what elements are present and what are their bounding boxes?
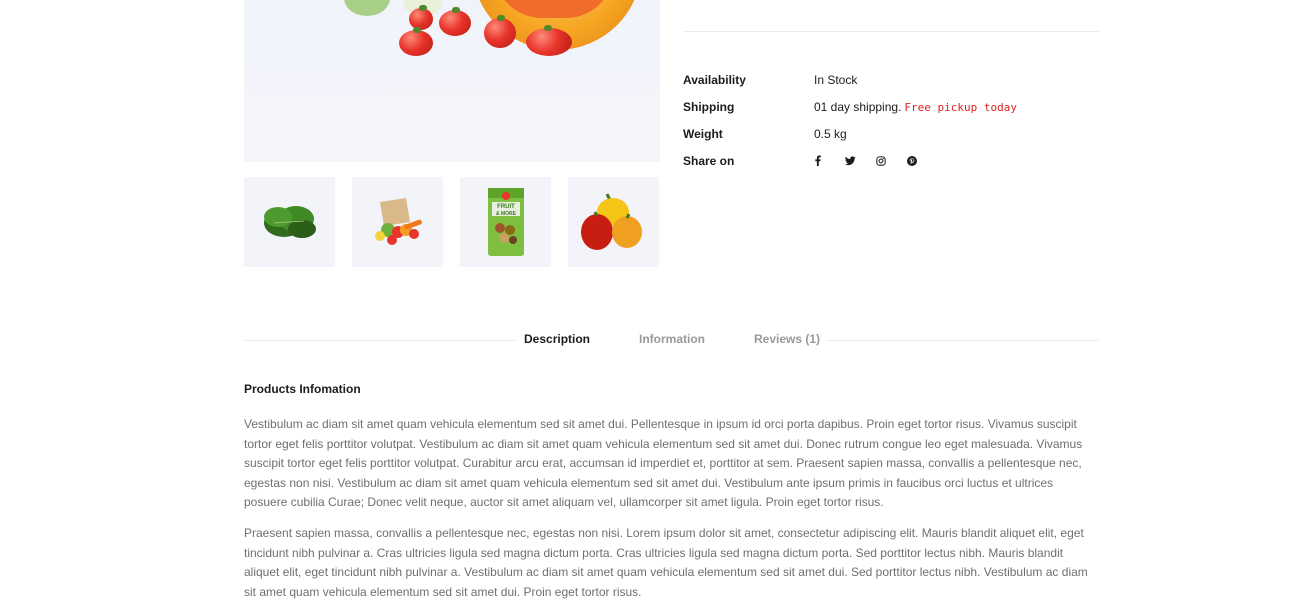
description-title: Products Infomation [244,382,361,396]
thumbnail-gallery: FRUIT & MORE [244,177,660,267]
description-paragraph-1: Vestibulum ac diam sit amet quam vehicul… [244,417,1083,509]
tabs-divider-right [826,340,1099,341]
tab-reviews[interactable]: Reviews (1) [746,332,828,348]
tab-information[interactable]: Information [631,332,713,348]
product-details: Availability In Stock Shipping 01 day sh… [683,66,1099,174]
shipping-value: 01 day shipping. Free pickup today [814,100,1017,114]
availability-row: Availability In Stock [683,66,1099,93]
tab-description[interactable]: Description [516,332,598,348]
main-product-image [244,0,660,162]
shipping-label: Shipping [683,99,735,114]
thumbnail-grocery-bag[interactable] [352,177,443,267]
facebook-icon[interactable] [814,154,845,168]
details-divider [683,31,1099,32]
shipping-row: Shipping 01 day shipping. Free pickup tod… [683,93,1099,120]
instagram-icon[interactable] [876,154,907,168]
availability-label: Availability [683,72,746,87]
share-row: Share on [683,147,1099,174]
thumbnail-fruit-and-more-pack[interactable]: FRUIT & MORE [460,177,551,267]
svg-text:& MORE: & MORE [496,211,517,217]
weight-row: Weight 0.5 kg [683,120,1099,147]
share-label: Share on [683,153,735,168]
free-pickup-note: Free pickup today [904,100,1017,114]
tabs-divider-left [244,340,516,341]
thumbnail-spinach[interactable] [244,177,335,267]
share-icons [814,154,938,168]
description-paragraph-2: Praesent sapien massa, convallis a pelle… [244,526,1088,599]
twitter-icon[interactable] [845,154,876,168]
svg-text:FRUIT: FRUIT [497,204,515,210]
shipping-text: 01 day shipping. [814,99,902,114]
availability-value: In Stock [814,72,858,87]
product-tabs: Description Information Reviews (1) [516,332,828,348]
weight-label: Weight [683,126,723,141]
thumbnail-bell-peppers[interactable] [568,177,659,267]
pinterest-icon[interactable] [907,154,938,168]
weight-value: 0.5 kg [814,126,847,141]
